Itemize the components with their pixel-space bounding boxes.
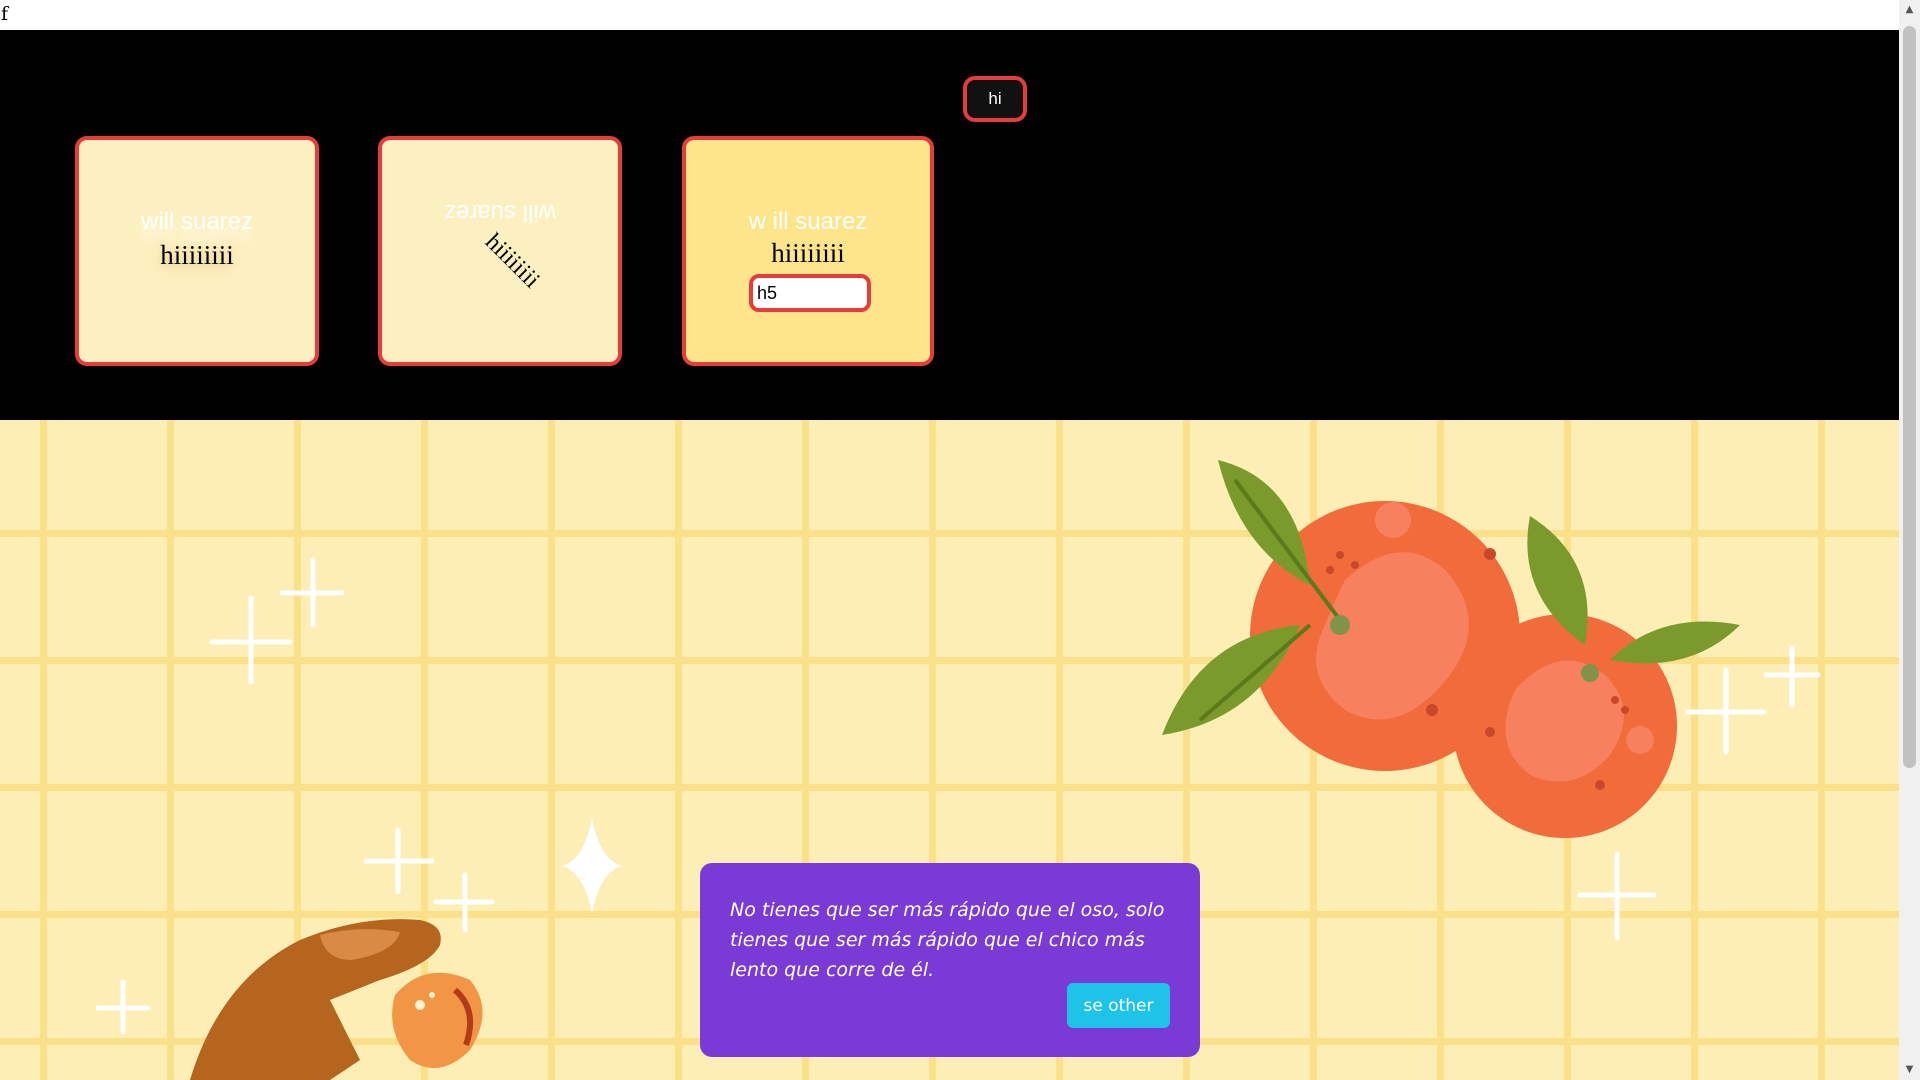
corner-text: f: [1, 3, 9, 25]
se-other-button[interactable]: se other: [1067, 983, 1170, 1028]
card-text-rotated: hiiiiiiii: [480, 228, 545, 294]
card-name: will suarez: [140, 208, 254, 235]
quote-card: No tienes que ser más rápido que el oso,…: [700, 863, 1200, 1057]
card-will-suarez-1[interactable]: will suarez hiiiiiiii: [75, 136, 319, 366]
card-text: hiiiiiiii: [160, 240, 234, 270]
page-scrollbar[interactable]: ▲ ▼: [1899, 0, 1920, 1080]
cards-section: will suarez hiiiiiiii will suarez hiiiii…: [0, 30, 1899, 420]
hi-button[interactable]: hi: [963, 76, 1027, 122]
card-will-suarez-3[interactable]: w ill suarez hiiiiiiii: [682, 136, 934, 366]
scroll-up-icon[interactable]: ▲: [1899, 0, 1920, 20]
star-icon: [562, 818, 622, 914]
quote-text: No tienes que ser más rápido que el oso,…: [730, 899, 1165, 981]
card-input[interactable]: [749, 274, 871, 312]
card-name-flipped: will suarez: [443, 199, 557, 226]
card-text: hiiiiiiii: [771, 238, 845, 268]
scroll-down-icon[interactable]: ▼: [1899, 1060, 1920, 1080]
card-name: w ill suarez: [748, 208, 868, 235]
scroll-thumb[interactable]: [1903, 26, 1916, 768]
hand-holding-orange: [190, 919, 483, 1080]
card-will-suarez-2[interactable]: will suarez hiiiiiiii: [378, 136, 622, 366]
